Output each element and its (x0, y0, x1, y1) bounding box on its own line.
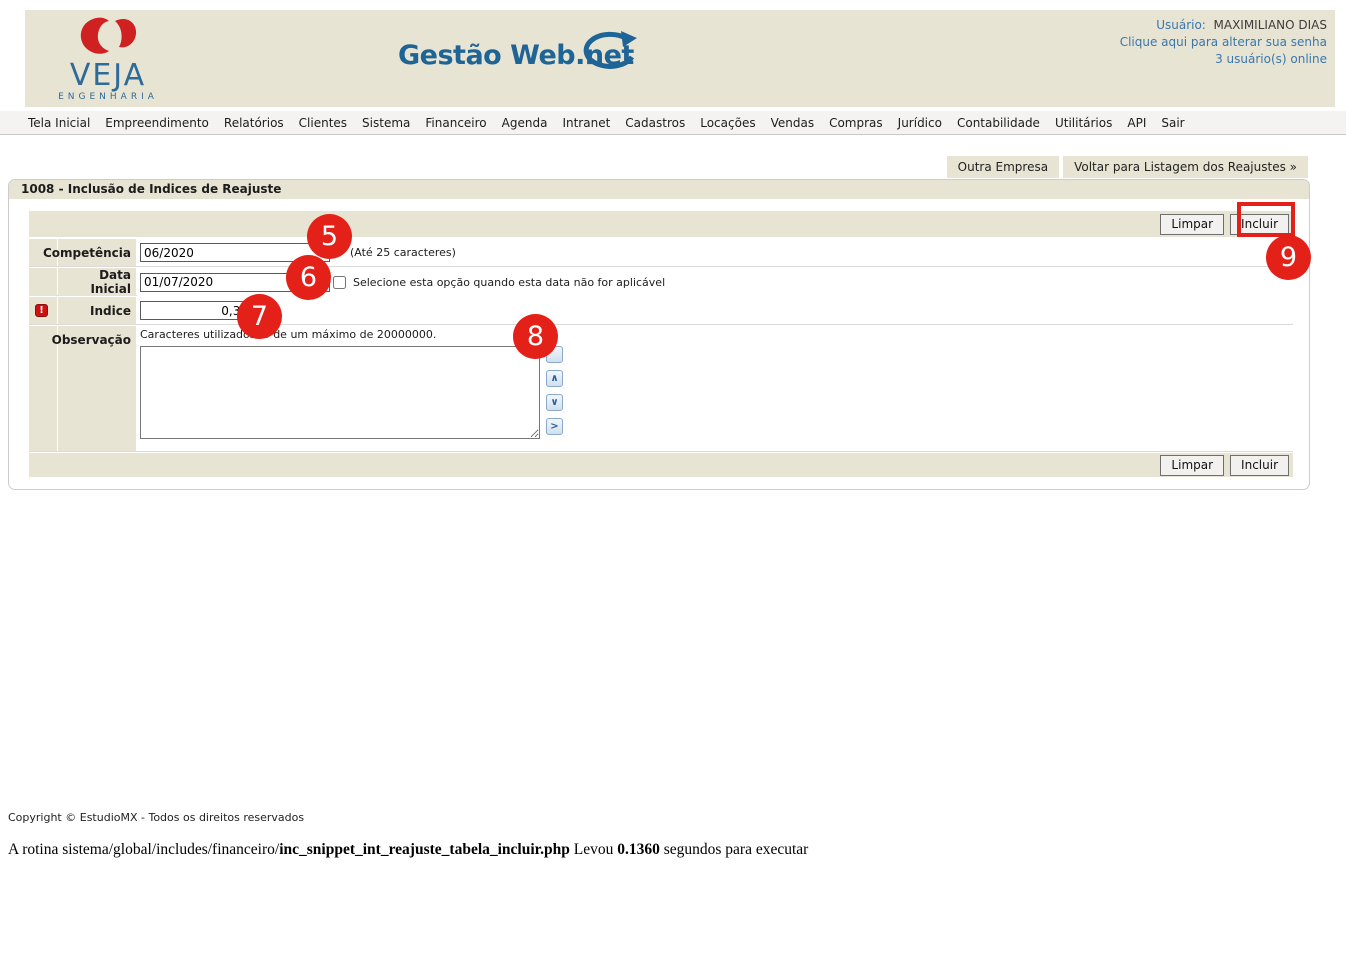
clear-button-bottom[interactable]: Limpar (1160, 455, 1224, 476)
annotation-circle-6: 6 (286, 255, 331, 300)
clear-button-top[interactable]: Limpar (1160, 214, 1224, 235)
competencia-row: Competência (Até 25 caracteres) (29, 239, 1293, 267)
user-label: Usuário: (1156, 18, 1206, 32)
move-down-button[interactable]: ∨ (546, 394, 563, 411)
company-name: VEJA (53, 62, 163, 90)
competencia-hint: (Até 25 caracteres) (350, 246, 456, 259)
menu-item-sair[interactable]: Sair (1161, 116, 1184, 130)
annotation-circle-8: 8 (513, 314, 558, 359)
menu-item-intranet[interactable]: Intranet (562, 116, 610, 130)
menu-item-agenda[interactable]: Agenda (502, 116, 548, 130)
annotation-circle-9: 9 (1266, 235, 1311, 280)
form-panel: 1008 - Inclusão de Indices de Reajuste L… (8, 179, 1310, 490)
routine-exec-info: A rotina sistema/global/includes/finance… (8, 841, 808, 859)
annotation-circle-7: 7 (237, 294, 282, 339)
indice-row: ! Indice (29, 297, 1293, 325)
indice-input[interactable] (140, 301, 252, 320)
error-icon: ! (35, 304, 48, 317)
observacao-textarea[interactable] (140, 346, 540, 439)
online-users: 3 usuário(s) online (1215, 52, 1327, 66)
copyright-text: Copyright © EstudioMX - Todos os direito… (8, 811, 304, 824)
page-actions: Outra Empresa Voltar para Listagem dos R… (947, 156, 1308, 178)
annotation-circle-5: 5 (307, 214, 352, 259)
menu-item-sistema[interactable]: Sistema (362, 116, 410, 130)
user-name: MAXIMILIANO DIAS (1214, 18, 1328, 32)
menu-item-empreendimento[interactable]: Empreendimento (105, 116, 209, 130)
form-toolbar-top: Limpar Incluir (29, 211, 1293, 237)
menu-item-juridico[interactable]: Jurídico (898, 116, 942, 130)
page-title: 1008 - Inclusão de Indices de Reajuste (9, 180, 1309, 199)
competencia-label: Competência (58, 239, 136, 266)
user-info: Usuário: MAXIMILIANO DIAS Clique aqui pa… (1120, 17, 1327, 68)
other-company-button[interactable]: Outra Empresa (947, 156, 1059, 178)
data-nao-aplicavel-label: Selecione esta opção quando esta data nã… (353, 276, 665, 289)
observacao-row: Observação Caracteres utilizados: 0 de u… (29, 326, 1293, 452)
form-toolbar-bottom: Limpar Incluir (29, 453, 1293, 477)
routine-time: 0.1360 (617, 841, 660, 858)
menu-item-compras[interactable]: Compras (829, 116, 883, 130)
change-password-link[interactable]: Clique aqui para alterar sua senha (1120, 35, 1327, 49)
company-logo[interactable]: VEJA ENGENHARIA (53, 14, 163, 102)
menu-item-cadastros[interactable]: Cadastros (625, 116, 685, 130)
chars-used-info: Caracteres utilizados: 0 de um máximo de… (140, 328, 1293, 341)
data-inicial-row: Data Inicial Selecione esta opção quando… (29, 268, 1293, 296)
highlight-rect-incluir (1237, 202, 1295, 237)
observacao-label: Observação (58, 326, 136, 451)
include-button-bottom[interactable]: Incluir (1230, 455, 1289, 476)
menu-item-financeiro[interactable]: Financeiro (425, 116, 486, 130)
menu-item-tela-inicial[interactable]: Tela Inicial (28, 116, 90, 130)
app-logo-text: Gestão Web. (398, 40, 585, 71)
textarea-buttons: ∧ ∨ > (546, 346, 563, 435)
data-inicial-label: Data Inicial (58, 268, 136, 296)
menu-item-clientes[interactable]: Clientes (299, 116, 347, 130)
menu-item-contabilidade[interactable]: Contabilidade (957, 116, 1040, 130)
menu-item-relatorios[interactable]: Relatórios (224, 116, 284, 130)
menu-item-utilitarios[interactable]: Utilitários (1055, 116, 1112, 130)
back-to-list-button[interactable]: Voltar para Listagem dos Reajustes » (1063, 156, 1308, 178)
move-up-button[interactable]: ∧ (546, 370, 563, 387)
app-logo: Gestão Web.net (398, 40, 634, 71)
menu-item-api[interactable]: API (1127, 116, 1146, 130)
routine-file: inc_snippet_int_reajuste_tabela_incluir.… (279, 841, 570, 858)
menu-item-locacoes[interactable]: Locações (700, 116, 755, 130)
veja-logo-icon (73, 14, 143, 62)
indice-label: Indice (58, 297, 136, 324)
page-header: VEJA ENGENHARIA Gestão Web.net Usuário: … (25, 10, 1335, 107)
circular-arrows-icon (577, 30, 639, 76)
main-menu: Tela Inicial Empreendimento Relatórios C… (0, 111, 1346, 135)
data-nao-aplicavel-checkbox[interactable] (333, 276, 346, 289)
company-subtitle: ENGENHARIA (53, 92, 163, 102)
menu-item-vendas[interactable]: Vendas (771, 116, 815, 130)
insert-button[interactable]: > (546, 418, 563, 435)
